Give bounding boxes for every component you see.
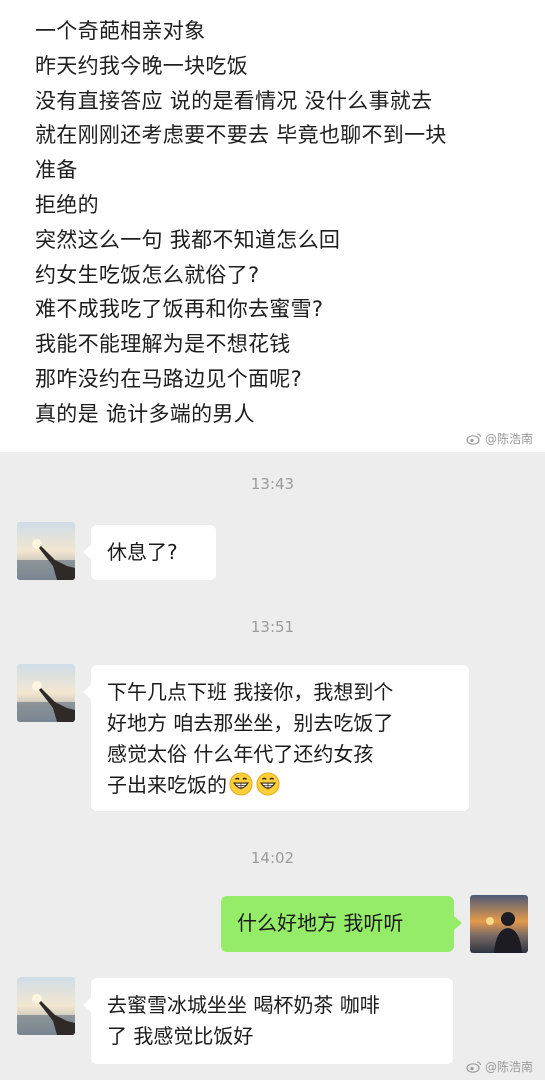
weibo-watermark: @陈浩南: [466, 1058, 533, 1075]
chat-area[interactable]: 13:43 休息了? 13:51 下午几点下班 我接你，我想到个 好地方 咱去那…: [0, 452, 545, 1080]
caption-line: 昨天约我今晚一块吃饭: [35, 53, 248, 78]
avatar-image: [17, 664, 75, 722]
watermark-text: @陈浩南: [484, 1060, 533, 1074]
caption-line: 突然这么一句 我都不知道怎么回: [35, 227, 341, 252]
my-avatar[interactable]: [470, 895, 528, 953]
grinning-emoji-icon: [256, 772, 280, 796]
caption-line: 就在刚刚还考虑要不要去 毕竟也聊不到一块: [35, 123, 447, 148]
avatar-image: [17, 977, 75, 1035]
message-text: 什么好地方 我听听: [237, 911, 404, 935]
message-text: 子出来吃饭的: [107, 773, 227, 797]
caption-area: 一个奇葩相亲对象 昨天约我今晚一块吃饭 没有直接答应 说的是看情况 没什么事就去…: [0, 0, 545, 452]
contact-avatar[interactable]: [17, 977, 75, 1035]
caption-line: 一个奇葩相亲对象: [35, 19, 206, 43]
weibo-icon: [466, 433, 482, 445]
caption-text: 一个奇葩相亲对象 昨天约我今晚一块吃饭 没有直接答应 说的是看情况 没什么事就去…: [35, 14, 447, 432]
watermark-text: @陈浩南: [484, 432, 533, 446]
avatar-image: [17, 522, 75, 580]
caption-line: 没有直接答应 说的是看情况 没什么事就去: [35, 88, 433, 113]
message-bubble-incoming[interactable]: 下午几点下班 我接你，我想到个 好地方 咱去那坐坐，别去吃饭了 感觉太俗 什么年…: [83, 665, 469, 811]
caption-line: 我能不能理解为是不想花钱: [35, 332, 291, 357]
message-bubble-incoming[interactable]: 去蜜雪冰城坐坐 喝杯奶茶 咖啡 了 我感觉比饭好: [83, 978, 453, 1064]
message-text: 下午几点下班 我接你，我想到个: [107, 680, 394, 704]
message-text: 去蜜雪冰城坐坐 喝杯奶茶 咖啡: [107, 993, 380, 1017]
caption-line: 真的是 诡计多端的男人: [35, 401, 255, 426]
contact-avatar[interactable]: [17, 522, 75, 580]
message-text: 了 我感觉比饭好: [107, 1024, 254, 1048]
contact-avatar[interactable]: [17, 664, 75, 722]
weibo-watermark: @陈浩南: [466, 430, 533, 447]
caption-line: 那咋没约在马路边见个面呢?: [35, 366, 303, 391]
timestamp: 13:43: [250, 475, 295, 493]
message-line-with-emoji: 子出来吃饭的: [107, 770, 453, 801]
timestamp: 14:02: [250, 849, 295, 867]
message-bubble-incoming[interactable]: 休息了?: [83, 525, 216, 580]
message-text: 好地方 咱去那坐坐，别去吃饭了: [107, 711, 394, 735]
message-bubble-outgoing[interactable]: 什么好地方 我听听: [221, 896, 462, 952]
timestamp: 13:51: [250, 618, 295, 636]
caption-line: 难不成我吃了饭再和你去蜜雪?: [35, 297, 324, 322]
grinning-emoji-icon: [229, 772, 253, 796]
caption-line: 约女生吃饭怎么就俗了?: [35, 262, 260, 287]
caption-line: 拒绝的: [35, 192, 99, 217]
caption-line: 准备: [35, 158, 78, 183]
avatar-image: [470, 895, 528, 953]
message-text: 感觉太俗 什么年代了还约女孩: [107, 742, 374, 766]
message-text: 休息了?: [107, 540, 178, 564]
weibo-icon: [466, 1061, 482, 1073]
